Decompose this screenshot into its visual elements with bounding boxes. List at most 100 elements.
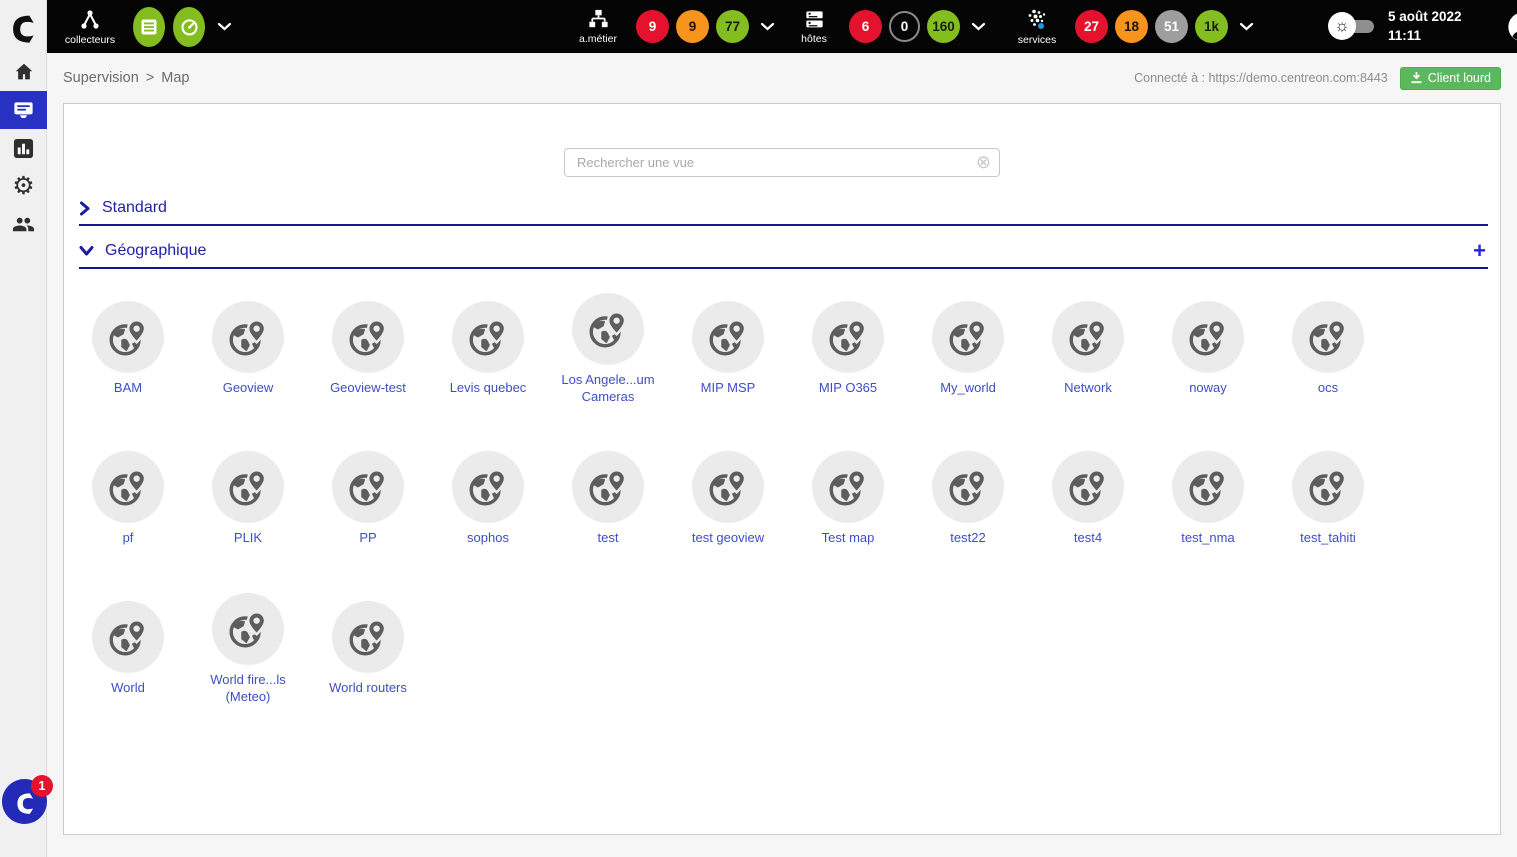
map-tile[interactable]: Geoview xyxy=(188,293,308,405)
globe-circle xyxy=(212,301,284,373)
map-tile[interactable]: Levis quebec xyxy=(428,293,548,405)
pollers-menu[interactable]: collecteurs xyxy=(61,0,119,53)
services-unknown-badge[interactable]: 51 xyxy=(1155,10,1188,43)
services-critical-badge[interactable]: 27 xyxy=(1075,10,1108,43)
business-status-badges: 9 9 77 xyxy=(636,0,775,53)
globe-pin-icon xyxy=(465,464,511,510)
map-tile[interactable]: World routers xyxy=(308,593,428,705)
breadcrumb-supervision[interactable]: Supervision xyxy=(63,70,139,86)
centreon-notifications-button[interactable]: 1 xyxy=(2,779,47,824)
globe-circle xyxy=(92,301,164,373)
sidebar-item-administration[interactable] xyxy=(0,205,47,243)
map-label: test22 xyxy=(950,530,985,546)
map-label: Los Angele...um Cameras xyxy=(552,372,664,405)
theme-toggle[interactable]: ☼ xyxy=(1328,12,1376,41)
poller-list-icon xyxy=(139,17,159,37)
section-standard[interactable]: Standard xyxy=(79,199,1488,226)
globe-circle xyxy=(692,301,764,373)
map-tile[interactable]: My_world xyxy=(908,293,1028,405)
map-tile[interactable]: test22 xyxy=(908,443,1028,555)
clear-search-icon[interactable]: ⊗ xyxy=(976,152,991,174)
map-tile[interactable]: MIP O365 xyxy=(788,293,908,405)
map-tile[interactable]: Test map xyxy=(788,443,908,555)
globe-circle xyxy=(92,451,164,523)
map-tile[interactable]: Geoview-test xyxy=(308,293,428,405)
hosts-menu[interactable]: hôtes xyxy=(790,0,838,53)
globe-pin-icon xyxy=(945,464,991,510)
business-chevron-down-icon[interactable] xyxy=(760,22,775,31)
business-warning-badge[interactable]: 9 xyxy=(676,10,709,43)
map-tile[interactable]: PP xyxy=(308,443,428,555)
hosts-up-badge[interactable]: 160 xyxy=(927,10,960,43)
map-label: MIP MSP xyxy=(701,380,756,396)
services-chevron-down-icon[interactable] xyxy=(1239,22,1254,31)
map-tile[interactable]: Network xyxy=(1028,293,1148,405)
map-label: BAM xyxy=(114,380,142,396)
desktop-client-button[interactable]: Client lourd xyxy=(1400,67,1501,90)
sidebar-item-configuration[interactable]: ⚙ xyxy=(0,167,47,205)
services-label: services xyxy=(1018,34,1057,46)
map-tile[interactable]: ocs xyxy=(1268,293,1388,405)
current-date: 5 août 2022 xyxy=(1388,8,1462,26)
hosts-chevron-down-icon[interactable] xyxy=(971,22,986,31)
globe-pin-icon xyxy=(945,314,991,360)
services-status-badges: 27 18 51 1k xyxy=(1075,0,1254,53)
map-tile[interactable]: test_tahiti xyxy=(1268,443,1388,555)
section-geographic[interactable]: Géographique + xyxy=(79,242,1488,269)
globe-pin-icon xyxy=(825,464,871,510)
services-menu[interactable]: services xyxy=(1008,0,1066,53)
pollers-icon xyxy=(78,8,102,32)
map-tile[interactable]: test xyxy=(548,443,668,555)
map-tile[interactable]: MIP MSP xyxy=(668,293,788,405)
globe-pin-icon xyxy=(825,314,871,360)
sidebar-item-home[interactable] xyxy=(0,53,47,91)
map-tile[interactable]: PLIK xyxy=(188,443,308,555)
views-panel: ⊗ Standard Géographique + xyxy=(63,103,1501,835)
services-warning-badge[interactable]: 18 xyxy=(1115,10,1148,43)
globe-pin-icon xyxy=(225,464,271,510)
poller-list-badge[interactable] xyxy=(133,7,165,47)
map-tile[interactable]: test4 xyxy=(1028,443,1148,555)
globe-pin-icon xyxy=(1065,464,1111,510)
globe-circle xyxy=(572,451,644,523)
hosts-status-badges: 6 0 160 xyxy=(849,0,986,53)
map-tile[interactable]: World xyxy=(68,593,188,705)
business-activities-menu[interactable]: a.métier xyxy=(569,0,627,53)
pollers-chevron-down-icon[interactable] xyxy=(217,22,232,31)
services-icon xyxy=(1025,8,1049,32)
search-wrap: ⊗ xyxy=(564,148,1000,177)
gear-icon: ⚙ xyxy=(12,174,34,199)
map-tile[interactable]: BAM xyxy=(68,293,188,405)
user-avatar-icon[interactable] xyxy=(1507,11,1517,43)
map-label: test geoview xyxy=(692,530,764,546)
map-tile[interactable]: sophos xyxy=(428,443,548,555)
globe-circle xyxy=(332,301,404,373)
poller-latency-badge[interactable] xyxy=(173,7,205,47)
add-view-button[interactable]: + xyxy=(1471,243,1488,259)
business-critical-badge[interactable]: 9 xyxy=(636,10,669,43)
map-label: World routers xyxy=(329,680,407,696)
hosts-down-badge[interactable]: 6 xyxy=(849,10,882,43)
globe-circle xyxy=(332,451,404,523)
search-view-input[interactable] xyxy=(564,148,1000,177)
globe-circle xyxy=(692,451,764,523)
map-tile[interactable]: Los Angele...um Cameras xyxy=(548,293,668,405)
hosts-pending-badge[interactable]: 0 xyxy=(889,11,920,42)
services-ok-badge[interactable]: 1k xyxy=(1195,10,1228,43)
sidebar-item-supervision[interactable] xyxy=(0,91,47,129)
map-tile[interactable]: test geoview xyxy=(668,443,788,555)
map-label: test4 xyxy=(1074,530,1102,546)
globe-circle xyxy=(212,451,284,523)
breadcrumb-map[interactable]: Map xyxy=(161,70,189,86)
map-tile[interactable]: pf xyxy=(68,443,188,555)
business-ok-badge[interactable]: 77 xyxy=(716,10,749,43)
map-label: Test map xyxy=(822,530,875,546)
light-mode-sun-icon: ☼ xyxy=(1328,12,1356,40)
sidebar-item-reporting[interactable] xyxy=(0,129,47,167)
globe-pin-icon xyxy=(105,464,151,510)
map-tile[interactable]: World fire...ls (Meteo) xyxy=(188,593,308,705)
map-tile[interactable]: test_nma xyxy=(1148,443,1268,555)
map-label: test_tahiti xyxy=(1300,530,1356,546)
map-tile[interactable]: noway xyxy=(1148,293,1268,405)
section-geographic-label: Géographique xyxy=(105,242,206,260)
